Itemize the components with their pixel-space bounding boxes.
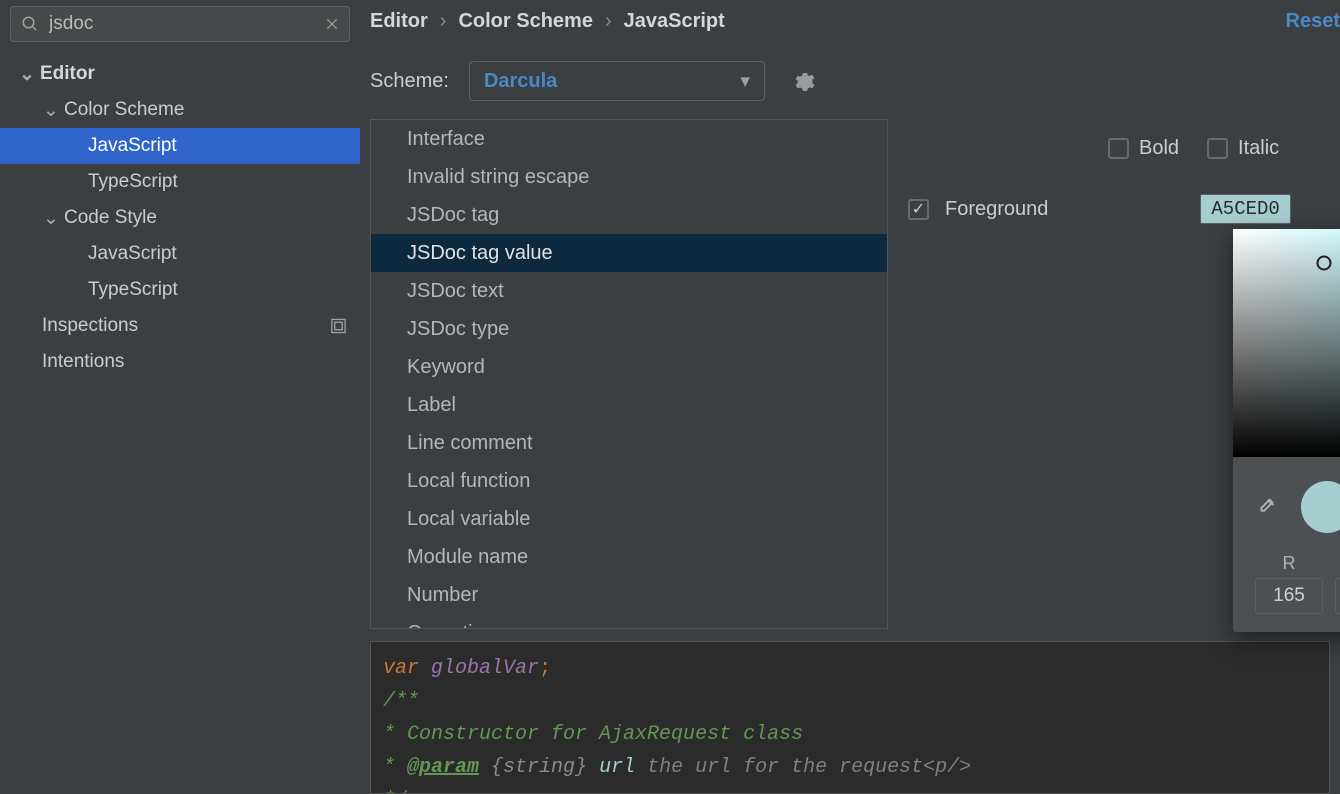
bold-label: Bold	[1139, 137, 1179, 160]
tree-item-codestyle-javascript[interactable]: JavaScript	[0, 236, 360, 272]
tree-label: JavaScript	[88, 135, 177, 157]
chevron-down-icon: ⌄	[42, 207, 60, 230]
scheme-label: Scheme:	[370, 70, 449, 93]
search-icon	[21, 15, 39, 33]
list-item[interactable]: Local variable	[371, 500, 887, 538]
italic-checkbox[interactable]	[1207, 138, 1228, 159]
list-item[interactable]: Operation	[371, 614, 887, 629]
tree-label: JavaScript	[88, 243, 177, 265]
code-jsdoc-close: */	[383, 784, 1317, 794]
tree-label: Inspections	[42, 315, 138, 337]
tree-item-intentions[interactable]: Intentions	[0, 344, 360, 380]
settings-tree: ⌄ Editor ⌄ Color Scheme JavaScript TypeS…	[0, 48, 360, 380]
r-label: R	[1283, 553, 1296, 574]
saturation-value-panel[interactable]	[1233, 229, 1340, 457]
tree-label: Color Scheme	[64, 99, 184, 121]
list-item[interactable]: JSDoc type	[371, 310, 887, 348]
chevron-down-icon: ⌄	[42, 99, 60, 122]
list-item[interactable]: JSDoc tag value	[371, 234, 887, 272]
main-panel: Editor › Color Scheme › JavaScript Reset…	[360, 0, 1340, 794]
tree-item-code-style[interactable]: ⌄ Code Style	[0, 200, 360, 236]
breadcrumb-item[interactable]: JavaScript	[624, 10, 725, 33]
clear-icon[interactable]	[325, 17, 339, 31]
tree-label: Code Style	[64, 207, 157, 229]
color-picker-popup: R G B Hex	[1233, 229, 1340, 632]
breadcrumb-item[interactable]: Editor	[370, 10, 428, 33]
code-jsdoc-desc: the url for the request<p/>	[635, 756, 971, 779]
list-item[interactable]: Invalid string escape	[371, 158, 887, 196]
settings-sidebar: ⌄ Editor ⌄ Color Scheme JavaScript TypeS…	[0, 0, 360, 794]
code-semicolon: ;	[539, 657, 551, 680]
code-jsdoc-tag-value: url	[599, 756, 635, 779]
current-color-swatch	[1301, 481, 1340, 533]
code-global-var: globalVar	[431, 657, 539, 680]
code-jsdoc-prefix: *	[383, 756, 407, 779]
tree-label: TypeScript	[88, 171, 178, 193]
gear-icon[interactable]	[785, 63, 821, 99]
breadcrumb: Editor › Color Scheme › JavaScript	[360, 0, 1340, 33]
code-keyword: var	[383, 657, 419, 680]
list-item[interactable]: Number	[371, 576, 887, 614]
scheme-selected: Darcula	[484, 70, 557, 93]
settings-search-box[interactable]	[10, 6, 350, 42]
list-item[interactable]: JSDoc text	[371, 272, 887, 310]
tree-item-typescript[interactable]: TypeScript	[0, 164, 360, 200]
list-item[interactable]: Interface	[371, 120, 887, 158]
list-item[interactable]: Local function	[371, 462, 887, 500]
list-item[interactable]: JSDoc tag	[371, 196, 887, 234]
italic-label: Italic	[1238, 137, 1279, 160]
tree-item-codestyle-typescript[interactable]: TypeScript	[0, 272, 360, 308]
breadcrumb-item[interactable]: Color Scheme	[458, 10, 592, 33]
code-jsdoc-type: {string}	[479, 756, 599, 779]
tree-item-inspections[interactable]: Inspections	[0, 308, 360, 344]
list-item[interactable]: Keyword	[371, 348, 887, 386]
chevron-right-icon: ›	[440, 10, 447, 33]
r-input[interactable]	[1255, 578, 1323, 614]
bold-checkbox[interactable]	[1108, 138, 1129, 159]
list-item[interactable]: Module name	[371, 538, 887, 576]
tree-item-javascript[interactable]: JavaScript	[0, 128, 360, 164]
chevron-right-icon: ›	[605, 10, 612, 33]
tree-label: Intentions	[42, 351, 124, 373]
chevron-down-icon: ⌄	[18, 63, 36, 86]
tree-item-editor[interactable]: ⌄ Editor	[0, 56, 360, 92]
code-jsdoc-open: /**	[383, 685, 1317, 718]
list-item[interactable]: Line comment	[371, 424, 887, 462]
code-preview: var globalVar; /** * Constructor for Aja…	[370, 641, 1330, 794]
tree-label: Editor	[40, 63, 95, 85]
tree-item-color-scheme[interactable]: ⌄ Color Scheme	[0, 92, 360, 128]
project-level-icon	[331, 319, 346, 334]
settings-search-input[interactable]	[49, 13, 325, 35]
tree-label: TypeScript	[88, 279, 178, 301]
g-input[interactable]	[1335, 578, 1340, 614]
chevron-down-icon: ▾	[740, 70, 750, 93]
code-jsdoc-tag: @param	[407, 756, 479, 779]
foreground-swatch[interactable]: A5CED0	[1200, 194, 1290, 224]
foreground-checkbox[interactable]	[908, 199, 929, 220]
eyedropper-icon[interactable]	[1255, 496, 1277, 518]
sv-cursor-icon[interactable]	[1317, 256, 1332, 271]
token-list[interactable]: Interface Invalid string escape JSDoc ta…	[370, 119, 888, 629]
code-jsdoc-text: Constructor for AjaxRequest class	[407, 723, 803, 746]
foreground-label: Foreground	[945, 198, 1048, 221]
list-item[interactable]: Label	[371, 386, 887, 424]
scheme-select[interactable]: Darcula ▾	[469, 61, 765, 101]
reset-link[interactable]: Reset	[1286, 10, 1340, 33]
code-jsdoc-prefix: *	[383, 723, 407, 746]
